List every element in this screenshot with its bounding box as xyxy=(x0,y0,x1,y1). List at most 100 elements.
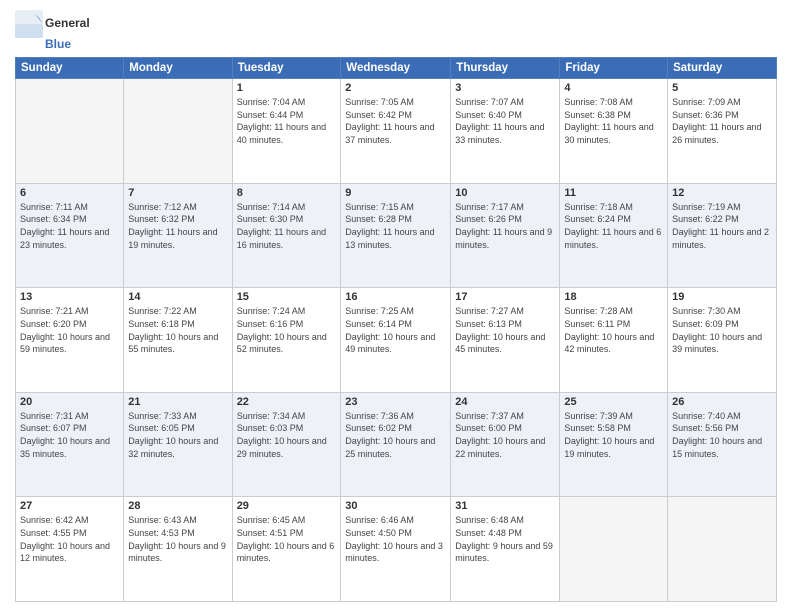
table-row: 4 Sunrise: 7:08 AM Sunset: 6:38 PM Daylig… xyxy=(560,79,668,184)
header-monday: Monday xyxy=(124,58,232,79)
day-info: Sunrise: 7:17 AM Sunset: 6:26 PM Dayligh… xyxy=(455,201,555,251)
table-row: 6 Sunrise: 7:11 AM Sunset: 6:34 PM Daylig… xyxy=(16,183,124,288)
day-number: 5 xyxy=(672,82,772,94)
table-row xyxy=(124,79,232,184)
day-number: 22 xyxy=(237,396,337,408)
table-row: 31Sunrise: 6:48 AM Sunset: 4:48 PM Dayli… xyxy=(451,497,560,602)
table-row: 16 Sunrise: 7:25 AM Sunset: 6:14 PM Dayli… xyxy=(341,288,451,393)
header-friday: Friday xyxy=(560,58,668,79)
table-row: 8 Sunrise: 7:14 AM Sunset: 6:30 PM Daylig… xyxy=(232,183,341,288)
day-number: 25 xyxy=(564,396,663,408)
table-row: 15Sunrise: 7:24 AM Sunset: 6:16 PM Dayli… xyxy=(232,288,341,393)
table-row: 10 Sunrise: 7:17 AM Sunset: 6:26 PM Dayli… xyxy=(451,183,560,288)
day-number: 18 xyxy=(564,291,663,303)
table-row xyxy=(560,497,668,602)
table-row: 30Sunrise: 6:46 AM Sunset: 4:50 PM Dayli… xyxy=(341,497,451,602)
day-info: Sunrise: 7:25 AM Sunset: 6:14 PM Dayligh… xyxy=(345,305,446,355)
day-number: 30 xyxy=(345,500,446,512)
day-info: Sunrise: 7:21 AM Sunset: 6:20 PM Dayligh… xyxy=(20,305,119,355)
day-number: 20 xyxy=(20,396,119,408)
day-number: 2 xyxy=(345,82,446,94)
header-wednesday: Wednesday xyxy=(341,58,451,79)
day-number: 23 xyxy=(345,396,446,408)
header-thursday: Thursday xyxy=(451,58,560,79)
table-row: 2Sunrise: 7:05 AM Sunset: 6:42 PM Daylig… xyxy=(341,79,451,184)
table-row: 24Sunrise: 7:37 AM Sunset: 6:00 PM Dayli… xyxy=(451,392,560,497)
day-number: 17 xyxy=(455,291,555,303)
day-number: 14 xyxy=(128,291,227,303)
table-row: 1Sunrise: 7:04 AM Sunset: 6:44 PM Daylig… xyxy=(232,79,341,184)
day-number: 10 xyxy=(455,187,555,199)
logo-general: General xyxy=(45,17,90,30)
page: General Blue Sunday Monday Tuesday Wedne… xyxy=(0,0,792,612)
day-number: 7 xyxy=(128,187,227,199)
day-info: Sunrise: 7:07 AM Sunset: 6:40 PM Dayligh… xyxy=(455,96,555,146)
day-info: Sunrise: 7:18 AM Sunset: 6:24 PM Dayligh… xyxy=(564,201,663,251)
calendar-week-row: 1Sunrise: 7:04 AM Sunset: 6:44 PM Daylig… xyxy=(16,79,777,184)
day-info: Sunrise: 7:11 AM Sunset: 6:34 PM Dayligh… xyxy=(20,201,119,251)
day-info: Sunrise: 7:34 AM Sunset: 6:03 PM Dayligh… xyxy=(237,410,337,460)
table-row: 7Sunrise: 7:12 AM Sunset: 6:32 PM Daylig… xyxy=(124,183,232,288)
logo: General Blue xyxy=(15,10,90,51)
day-info: Sunrise: 7:31 AM Sunset: 6:07 PM Dayligh… xyxy=(20,410,119,460)
calendar-week-row: 6 Sunrise: 7:11 AM Sunset: 6:34 PM Daylig… xyxy=(16,183,777,288)
day-number: 3 xyxy=(455,82,555,94)
day-info: Sunrise: 7:09 AM Sunset: 6:36 PM Dayligh… xyxy=(672,96,772,146)
table-row: 23 Sunrise: 7:36 AM Sunset: 6:02 PM Dayli… xyxy=(341,392,451,497)
table-row: 26 Sunrise: 7:40 AM Sunset: 5:56 PM Dayli… xyxy=(668,392,777,497)
day-number: 26 xyxy=(672,396,772,408)
day-number: 6 xyxy=(20,187,119,199)
header: General Blue xyxy=(15,10,777,51)
table-row: 29 Sunrise: 6:45 AM Sunset: 4:51 PM Dayli… xyxy=(232,497,341,602)
day-number: 13 xyxy=(20,291,119,303)
logo-svg xyxy=(15,10,43,38)
day-info: Sunrise: 7:15 AM Sunset: 6:28 PM Dayligh… xyxy=(345,201,446,251)
day-info: Sunrise: 7:22 AM Sunset: 6:18 PM Dayligh… xyxy=(128,305,227,355)
table-row: 11 Sunrise: 7:18 AM Sunset: 6:24 PM Dayli… xyxy=(560,183,668,288)
day-info: Sunrise: 7:19 AM Sunset: 6:22 PM Dayligh… xyxy=(672,201,772,251)
table-row: 25 Sunrise: 7:39 AM Sunset: 5:58 PM Dayli… xyxy=(560,392,668,497)
table-row xyxy=(668,497,777,602)
calendar-week-row: 27 Sunrise: 6:42 AM Sunset: 4:55 PM Dayli… xyxy=(16,497,777,602)
logo-blue: Blue xyxy=(45,38,71,51)
day-number: 8 xyxy=(237,187,337,199)
day-number: 11 xyxy=(564,187,663,199)
day-info: Sunrise: 7:36 AM Sunset: 6:02 PM Dayligh… xyxy=(345,410,446,460)
weekday-header-row: Sunday Monday Tuesday Wednesday Thursday… xyxy=(16,58,777,79)
table-row: 9 Sunrise: 7:15 AM Sunset: 6:28 PM Daylig… xyxy=(341,183,451,288)
calendar-table: Sunday Monday Tuesday Wednesday Thursday… xyxy=(15,57,777,602)
day-number: 27 xyxy=(20,500,119,512)
table-row: 12 Sunrise: 7:19 AM Sunset: 6:22 PM Dayli… xyxy=(668,183,777,288)
table-row xyxy=(16,79,124,184)
day-number: 16 xyxy=(345,291,446,303)
day-info: Sunrise: 7:14 AM Sunset: 6:30 PM Dayligh… xyxy=(237,201,337,251)
table-row: 20 Sunrise: 7:31 AM Sunset: 6:07 PM Dayli… xyxy=(16,392,124,497)
day-info: Sunrise: 6:42 AM Sunset: 4:55 PM Dayligh… xyxy=(20,514,119,564)
table-row: 17 Sunrise: 7:27 AM Sunset: 6:13 PM Dayli… xyxy=(451,288,560,393)
table-row: 21Sunrise: 7:33 AM Sunset: 6:05 PM Dayli… xyxy=(124,392,232,497)
day-number: 12 xyxy=(672,187,772,199)
day-number: 19 xyxy=(672,291,772,303)
day-info: Sunrise: 7:39 AM Sunset: 5:58 PM Dayligh… xyxy=(564,410,663,460)
header-saturday: Saturday xyxy=(668,58,777,79)
day-info: Sunrise: 7:37 AM Sunset: 6:00 PM Dayligh… xyxy=(455,410,555,460)
day-info: Sunrise: 6:43 AM Sunset: 4:53 PM Dayligh… xyxy=(128,514,227,564)
day-info: Sunrise: 7:04 AM Sunset: 6:44 PM Dayligh… xyxy=(237,96,337,146)
header-sunday: Sunday xyxy=(16,58,124,79)
day-number: 29 xyxy=(237,500,337,512)
day-number: 9 xyxy=(345,187,446,199)
table-row: 19 Sunrise: 7:30 AM Sunset: 6:09 PM Dayli… xyxy=(668,288,777,393)
day-info: Sunrise: 7:30 AM Sunset: 6:09 PM Dayligh… xyxy=(672,305,772,355)
day-number: 28 xyxy=(128,500,227,512)
table-row: 22 Sunrise: 7:34 AM Sunset: 6:03 PM Dayli… xyxy=(232,392,341,497)
day-info: Sunrise: 7:40 AM Sunset: 5:56 PM Dayligh… xyxy=(672,410,772,460)
day-number: 4 xyxy=(564,82,663,94)
day-info: Sunrise: 7:33 AM Sunset: 6:05 PM Dayligh… xyxy=(128,410,227,460)
calendar-week-row: 13 Sunrise: 7:21 AM Sunset: 6:20 PM Dayli… xyxy=(16,288,777,393)
day-info: Sunrise: 7:27 AM Sunset: 6:13 PM Dayligh… xyxy=(455,305,555,355)
day-info: Sunrise: 7:24 AM Sunset: 6:16 PM Dayligh… xyxy=(237,305,337,355)
day-number: 31 xyxy=(455,500,555,512)
day-info: Sunrise: 7:28 AM Sunset: 6:11 PM Dayligh… xyxy=(564,305,663,355)
day-info: Sunrise: 6:45 AM Sunset: 4:51 PM Dayligh… xyxy=(237,514,337,564)
day-info: Sunrise: 7:08 AM Sunset: 6:38 PM Dayligh… xyxy=(564,96,663,146)
